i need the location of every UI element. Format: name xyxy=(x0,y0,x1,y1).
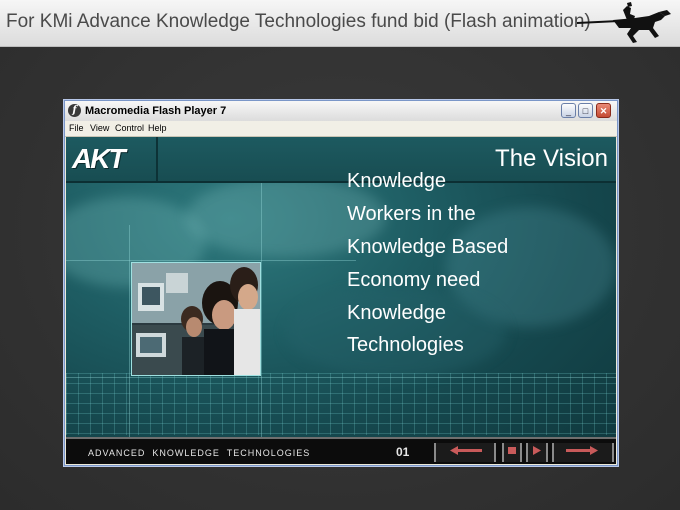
menu-help[interactable]: Help xyxy=(148,123,167,133)
flash-stage[interactable]: AKT The Vision Knowledge Workers in the … xyxy=(66,137,616,464)
window-title: Macromedia Flash Player 7 xyxy=(85,105,227,117)
minimize-button[interactable]: _ xyxy=(561,103,576,118)
akt-logo-text: AKT xyxy=(72,143,126,174)
vision-line-2: Workers in the xyxy=(347,203,476,225)
frame-number: 01 xyxy=(396,445,410,459)
maximize-button[interactable]: □ xyxy=(578,103,593,118)
vision-heading: The Vision xyxy=(495,145,608,172)
vision-line-3: Knowledge Based xyxy=(347,236,509,258)
menu-bar: File View Control Help xyxy=(65,121,617,137)
knight-on-horseback-icon xyxy=(577,2,671,43)
flash-player-window: f Macromedia Flash Player 7 _ □ ✕ File V… xyxy=(64,100,618,466)
slide-header: For KMi Advance Knowledge Technologies f… xyxy=(0,0,680,47)
vision-line-1: Knowledge xyxy=(347,170,446,192)
window-titlebar[interactable]: f Macromedia Flash Player 7 _ □ ✕ xyxy=(65,101,617,122)
back-button[interactable] xyxy=(434,443,496,462)
arrow-right-icon xyxy=(566,446,598,455)
menu-view[interactable]: View xyxy=(90,123,109,133)
flash-player-icon: f xyxy=(68,104,81,117)
play-button[interactable] xyxy=(526,443,548,462)
close-button[interactable]: ✕ xyxy=(596,103,611,118)
flash-header-bar: AKT The Vision xyxy=(66,137,616,183)
cloud-decoration xyxy=(286,287,506,377)
menu-file[interactable]: File xyxy=(69,123,84,133)
akt-logo: AKT xyxy=(66,137,158,181)
vision-line-4: Economy need xyxy=(347,269,481,291)
arrow-left-icon xyxy=(450,446,482,455)
grid-line xyxy=(66,260,356,261)
stop-icon xyxy=(508,447,516,454)
stop-button[interactable] xyxy=(502,443,522,462)
vision-line-5: Knowledge xyxy=(347,302,446,324)
menu-control[interactable]: Control xyxy=(115,123,144,133)
perspective-grid xyxy=(66,373,616,435)
flash-nav-bar: ADVANCED KNOWLEDGE TECHNOLOGIES 01 xyxy=(66,437,616,464)
play-icon xyxy=(533,446,541,455)
footer-label: ADVANCED KNOWLEDGE TECHNOLOGIES xyxy=(88,448,311,458)
forward-button[interactable] xyxy=(552,443,614,462)
slide-title: For KMi Advance Knowledge Technologies f… xyxy=(6,11,591,32)
knowledge-workers-photo xyxy=(131,262,261,376)
vision-line-6: Technologies xyxy=(347,334,464,356)
